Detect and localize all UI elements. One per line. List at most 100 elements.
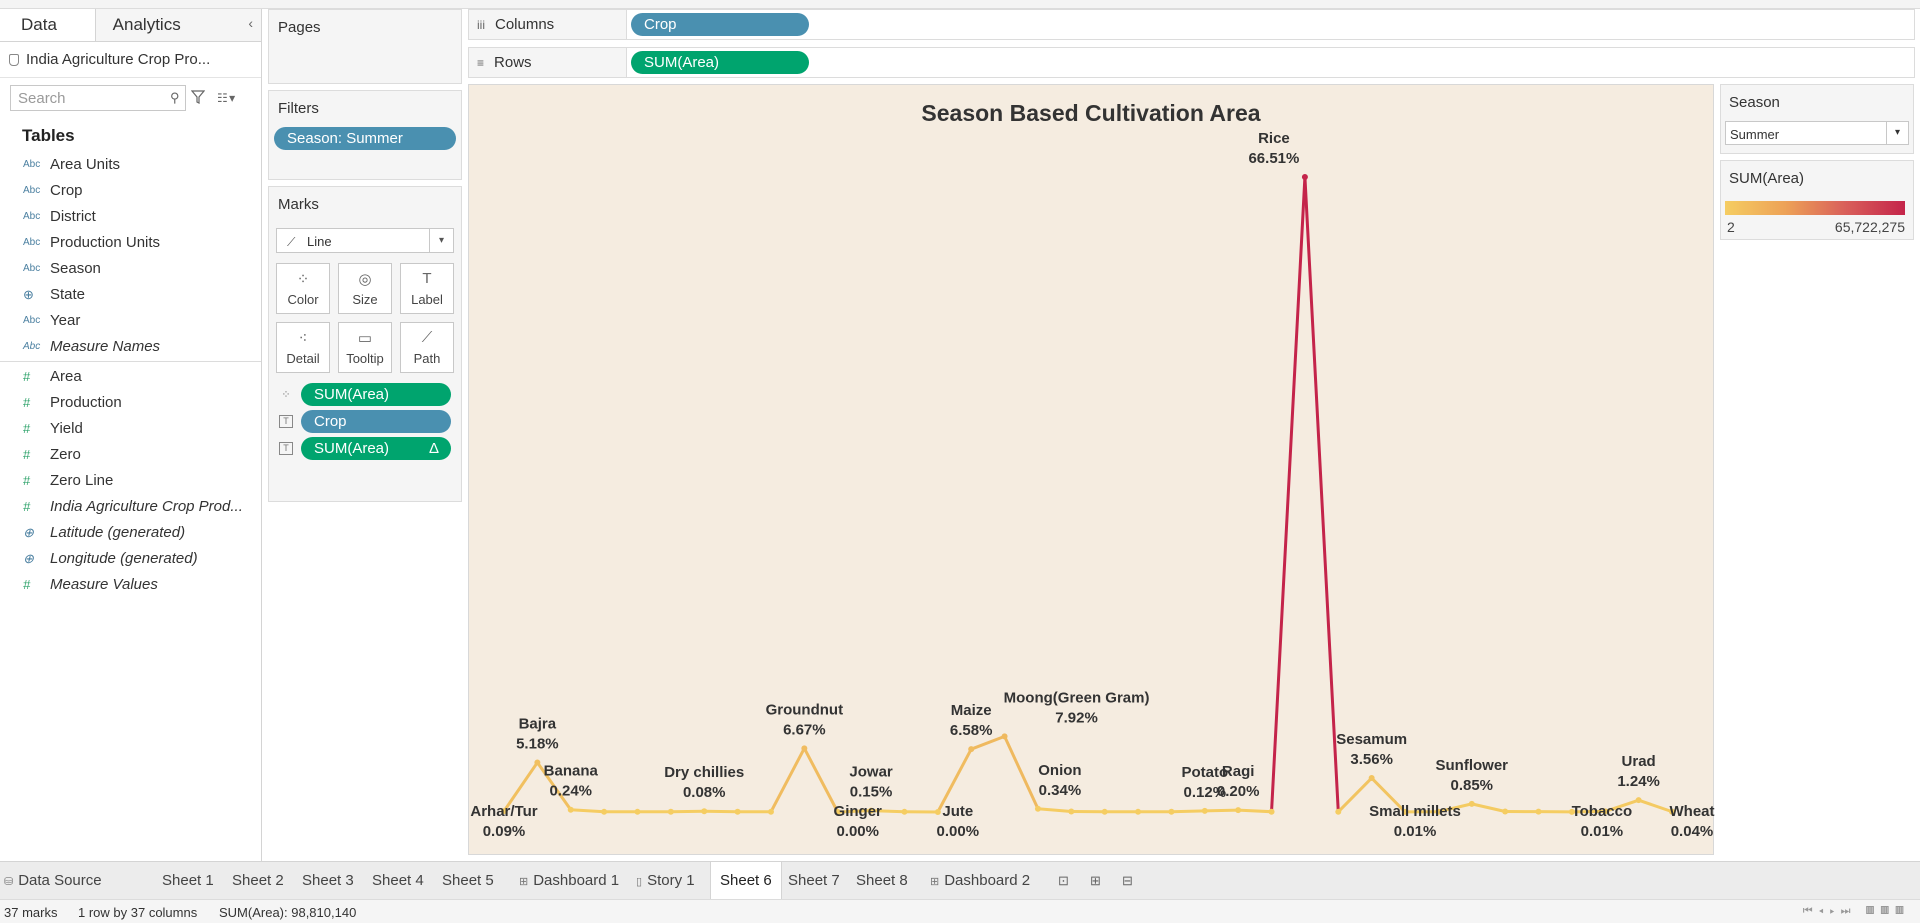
data-point[interactable] [534, 759, 541, 766]
data-point[interactable] [634, 808, 641, 815]
new-story-icon[interactable]: ⊟ [1122, 862, 1133, 899]
data-point[interactable] [1201, 807, 1208, 814]
data-point[interactable] [1268, 808, 1275, 815]
label-text-icon: T [279, 442, 293, 455]
chevron-down-icon[interactable]: ▾ [429, 229, 453, 252]
mark-pill[interactable]: SUM(Area) [301, 383, 451, 406]
tab-dashboard-1[interactable]: ⊞ Dashboard 1 [519, 862, 619, 899]
field-zero-line[interactable]: # Zero Line [0, 468, 261, 494]
field-season[interactable]: Abc Season [0, 256, 261, 282]
data-point[interactable] [601, 808, 608, 815]
data-point[interactable] [1068, 808, 1075, 815]
rows-shelf[interactable]: ≡ Rows SUM(Area) [468, 47, 1915, 78]
viz-area[interactable]: Season Based Cultivation Area Arhar/Tur 0… [468, 84, 1715, 856]
data-point[interactable] [1235, 807, 1242, 814]
datasource-item[interactable]: India Agriculture Crop Pro... [0, 42, 261, 78]
data-point[interactable] [567, 806, 574, 813]
line-chart[interactable]: Arhar/Tur 0.09% Bajra 5.18% Banana 0.24% Dry c… [469, 85, 1715, 856]
field-area[interactable]: # Area [0, 364, 261, 390]
field-search-input[interactable] [10, 85, 186, 111]
rows-icon: ≡ [477, 56, 485, 70]
field-latitude-generated[interactable]: ⊕ Latitude (generated) [0, 520, 261, 546]
tab-sheet-7[interactable]: Sheet 7 [788, 862, 840, 899]
data-point[interactable] [1301, 174, 1308, 180]
color-dots-icon: ⁘ [281, 389, 291, 401]
field-zero[interactable]: # Zero [0, 442, 261, 468]
path-mark-button[interactable]: ⟋ Path [400, 322, 454, 373]
tab-analytics[interactable]: Analytics ‹ [95, 9, 261, 41]
data-point[interactable] [1535, 808, 1542, 815]
data-point[interactable] [734, 808, 741, 815]
filter-icon[interactable] [191, 90, 205, 104]
area-row-pill[interactable]: SUM(Area) [631, 51, 809, 74]
mark-type-select[interactable]: ⟋ Line ▾ [276, 228, 454, 253]
mark-pill[interactable]: SUM(Area) Δ [301, 437, 451, 460]
tab-sheet-2[interactable]: Sheet 2 [232, 862, 284, 899]
collapse-pane-icon[interactable]: ‹ [248, 15, 253, 31]
filters-shelf[interactable]: Filters Season: Summer [268, 90, 462, 180]
field-district[interactable]: Abc District [0, 204, 261, 230]
view-options-icon[interactable]: ☷ ▾ [217, 91, 235, 105]
right-cards: Season Summer ▾ SUM(Area) 2 65,722,275 [1720, 84, 1914, 246]
field-production-units[interactable]: Abc Production Units [0, 230, 261, 256]
percent-label: 3.56% [1350, 751, 1393, 768]
data-point[interactable] [1335, 808, 1342, 815]
data-point[interactable] [1168, 808, 1175, 815]
tab-sheet-8[interactable]: Sheet 8 [856, 862, 908, 899]
tab-sheet-3[interactable]: Sheet 3 [302, 862, 354, 899]
pages-shelf[interactable]: Pages [268, 9, 462, 84]
tab-sheet-5[interactable]: Sheet 5 [442, 862, 494, 899]
detail-mark-button[interactable]: ⁖ Detail [276, 322, 330, 373]
tooltip-mark-button[interactable]: ▭ Tooltip [338, 322, 392, 373]
field-longitude-generated[interactable]: ⊕ Longitude (generated) [0, 546, 261, 572]
field-measure-values[interactable]: # Measure Values [0, 572, 261, 598]
page-nav-controls[interactable]: ⏮◂▸⏭ ▦▦▦ [1803, 905, 1910, 918]
data-point[interactable] [1468, 800, 1475, 807]
data-point[interactable] [968, 746, 975, 753]
field-year[interactable]: Abc Year [0, 308, 261, 334]
data-point[interactable] [1101, 808, 1108, 815]
size-mark-button[interactable]: ◎ Size [338, 263, 392, 314]
label-mark-button[interactable]: T Label [400, 263, 454, 314]
tab-story-1[interactable]: ▯ Story 1 [636, 862, 695, 899]
label-icon: T [422, 270, 432, 287]
data-point[interactable] [801, 745, 808, 752]
field-yield[interactable]: # Yield [0, 416, 261, 442]
data-point[interactable] [1135, 808, 1142, 815]
data-point[interactable] [667, 808, 674, 815]
mark-pill[interactable]: Crop [301, 410, 451, 433]
data-point[interactable] [767, 808, 774, 815]
data-point[interactable] [1368, 775, 1375, 782]
new-worksheet-icon[interactable]: ⊡ [1058, 862, 1069, 899]
data-point[interactable] [1502, 808, 1509, 815]
tab-data[interactable]: Data [0, 9, 96, 41]
season-dropdown[interactable]: Summer ▾ [1725, 121, 1909, 145]
data-point[interactable] [1001, 733, 1008, 740]
field-label: Production Units [50, 234, 161, 251]
crop-column-pill[interactable]: Crop [631, 13, 809, 36]
field-measure-names[interactable]: Abc Measure Names [0, 334, 261, 360]
field-india-agriculture-crop-prod[interactable]: # India Agriculture Crop Prod... [0, 494, 261, 520]
tab-sheet-4[interactable]: Sheet 4 [372, 862, 424, 899]
tab-dashboard-2[interactable]: ⊞ Dashboard 2 [930, 862, 1030, 899]
data-point[interactable] [934, 809, 941, 815]
season-filter-pill[interactable]: Season: Summer [274, 127, 456, 150]
data-point[interactable] [1635, 797, 1642, 804]
tab-sheet-6[interactable]: Sheet 6 [710, 862, 782, 899]
data-point[interactable] [901, 808, 908, 815]
tab-sheet-1[interactable]: Sheet 1 [162, 862, 214, 899]
data-point[interactable] [1034, 805, 1041, 812]
search-icon[interactable]: ⚲ [170, 90, 180, 106]
data-point[interactable] [701, 808, 708, 815]
new-dashboard-icon[interactable]: ⊞ [1090, 862, 1101, 899]
number-type-icon: # [23, 421, 31, 436]
color-mark-button[interactable]: ⁘ Color [276, 263, 330, 314]
chevron-down-icon[interactable]: ▾ [1886, 122, 1908, 144]
field-state[interactable]: ⊕ State [0, 282, 261, 308]
columns-shelf[interactable]: iii Columns Crop [468, 9, 1915, 40]
field-production[interactable]: # Production [0, 390, 261, 416]
field-area-units[interactable]: Abc Area Units [0, 152, 261, 178]
tab-data-source[interactable]: ⛁ Data Source [4, 862, 102, 899]
table-calc-delta-icon: Δ [428, 440, 439, 457]
field-crop[interactable]: Abc Crop [0, 178, 261, 204]
